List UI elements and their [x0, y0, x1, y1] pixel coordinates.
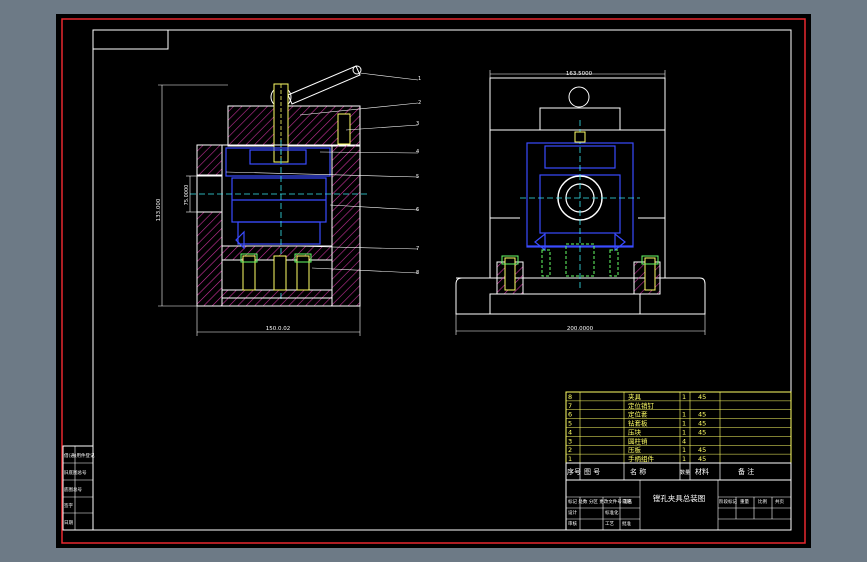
balloon-4: 4	[416, 149, 419, 155]
bom-cell-material: 45	[698, 428, 706, 436]
bom-cell-no: 1	[568, 455, 572, 463]
bom-cell-name: 定位套	[628, 410, 648, 419]
bom-cell-qty: 1	[682, 393, 686, 401]
bom-cell-material: 45	[698, 393, 706, 401]
balloon-3: 3	[416, 121, 419, 127]
bom-cell-name: 钻套板	[628, 419, 648, 428]
bom-cell-name: 压块	[628, 427, 642, 436]
balloon-6: 6	[416, 207, 419, 213]
bom-header-material: 材料	[695, 467, 709, 476]
bom-cell-name: 定位销钉	[628, 401, 655, 410]
scale-label-weight: 重量	[740, 498, 749, 505]
balloon-1: 1	[418, 76, 421, 82]
bom-cell-no: 6	[568, 411, 572, 419]
bom-header-code: 图 号	[584, 468, 600, 476]
scale-label-stage: 阶段标记	[719, 498, 737, 505]
bom-cell-qty: 1	[682, 446, 686, 454]
bom-header-no: 序号	[567, 467, 581, 476]
dim-front-width: 150.0.02	[266, 326, 291, 332]
bom-cell-no: 4	[568, 428, 572, 436]
bom-cell-no: 5	[568, 420, 572, 428]
bom-cell-material: 45	[698, 411, 706, 419]
bom-cell-name: 夹具	[628, 392, 642, 401]
bom-header-note: 备 注	[738, 467, 754, 476]
bom-cell-qty: 1	[682, 411, 686, 419]
bom-cell-material: 45	[698, 455, 706, 463]
strip-date: 日期	[64, 520, 73, 526]
dim-front-inner: 75.0000	[184, 185, 190, 206]
bom-cell-no: 3	[568, 437, 572, 445]
pin-top-right	[337, 113, 351, 145]
bom-cell-no: 7	[568, 402, 572, 410]
front-bolts	[242, 255, 310, 291]
balloon-7: 7	[416, 246, 419, 252]
cad-drawing: 133.000 75.0000 150.0.02 1 2 3 4 5 6 7 8	[56, 14, 811, 548]
title-sign-standard: 标准化	[605, 509, 619, 516]
bom-cell-name: 圆柱销	[628, 436, 648, 445]
title-row-design: 设计	[568, 509, 577, 516]
balloon-5: 5	[416, 174, 419, 180]
balloon-2: 2	[418, 100, 421, 106]
scale-label-ratio: 比例	[758, 498, 767, 505]
bom-cell-name: 压板	[628, 445, 642, 454]
strip-sign: 签字	[64, 502, 73, 509]
dim-front-height: 133.000	[156, 198, 162, 221]
title-row-approve: 批准	[622, 520, 631, 527]
scale-label-sheets: 共页	[775, 498, 784, 505]
strip-old-base: 旧底图总号	[64, 469, 87, 476]
title-row-review: 审核	[568, 520, 577, 527]
bom-cell-no: 8	[568, 393, 572, 401]
title-row-process: 工艺	[605, 521, 614, 527]
balloon-8: 8	[416, 270, 419, 276]
bom-cell-material: 45	[698, 420, 706, 428]
bom-cell-qty: 1	[682, 455, 686, 463]
dim-side-base: 200.0000	[567, 326, 594, 332]
bom-cell-material: 45	[698, 446, 706, 454]
strip-borrowed: 借(通)用件登记	[64, 452, 95, 459]
dim-side-top: 163.5000	[566, 71, 593, 77]
drawing-title: 镗孔夹具总装图	[653, 493, 706, 503]
bom-cell-qty: 1	[682, 420, 686, 428]
bom-cell-name: 手柄组件	[628, 454, 655, 463]
title-sign-date: 日期	[622, 499, 631, 505]
bom-header-qty: 数量	[680, 469, 690, 476]
bom-header-name: 名 称	[630, 467, 646, 476]
strip-base-no: 底图总号	[64, 486, 82, 493]
bom-cell-qty: 4	[682, 437, 686, 445]
bom-cell-no: 2	[568, 446, 572, 454]
bom-cell-qty: 1	[682, 428, 686, 436]
